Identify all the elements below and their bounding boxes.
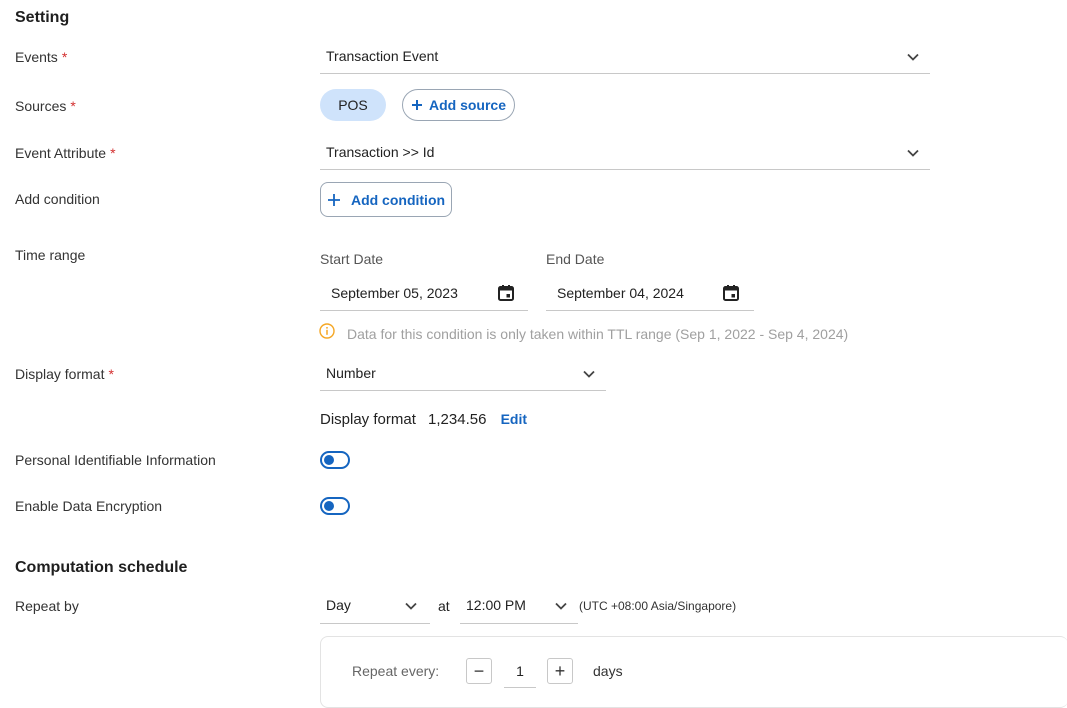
ttl-info-text: Data for this condition is only taken wi… (347, 326, 849, 342)
plus-icon (411, 100, 422, 110)
add-source-label: Add source (428, 97, 506, 113)
start-date-value: September 05, 2023 (331, 285, 458, 301)
chevron-down-icon (907, 149, 919, 157)
source-chip-pos[interactable]: POS (320, 89, 386, 121)
required-mark: * (70, 98, 76, 114)
section-title-setting: Setting (15, 9, 70, 26)
timezone-text: (UTC +08:00 Asia/Singapore) (579, 599, 737, 613)
add-condition-button-label: Add condition (350, 191, 446, 208)
encryption-toggle[interactable] (320, 497, 350, 515)
add-condition-label: Add condition (15, 191, 100, 207)
time-value: 12:00 PM (466, 597, 526, 613)
repeat-by-select[interactable]: Day (320, 597, 430, 624)
chevron-down-icon (907, 53, 919, 61)
source-chip-label: POS (338, 97, 368, 113)
repeat-by-value: Day (326, 597, 351, 613)
toggle-knob (324, 501, 334, 511)
encryption-label: Enable Data Encryption (15, 498, 163, 514)
repeat-every-input[interactable]: 1 (504, 658, 536, 688)
display-format-select[interactable]: Number (320, 365, 606, 391)
events-select-value: Transaction Event (326, 48, 439, 64)
chevron-down-icon (555, 602, 567, 610)
info-icon (319, 323, 335, 339)
increment-button[interactable]: + (547, 658, 573, 684)
pii-label: Personal Identifiable Information (15, 452, 216, 468)
display-format-preview-value: 1,234.56 (428, 411, 487, 428)
display-format-label-text: Display format (15, 366, 105, 382)
time-select[interactable]: 12:00 PM (460, 597, 578, 624)
end-date-field[interactable]: September 04, 2024 (546, 280, 754, 311)
events-label: Events * (15, 49, 67, 65)
display-format-preview-label: Display format (320, 411, 416, 428)
events-select[interactable]: Transaction Event (320, 48, 930, 74)
pii-toggle[interactable] (320, 451, 350, 469)
start-date-label: Start Date (320, 251, 384, 267)
repeat-every-label: Repeat every: (352, 663, 440, 679)
display-format-preview: Display format 1,234.56 Edit (320, 411, 527, 428)
chevron-down-icon (583, 370, 595, 378)
sources-label-text: Sources (15, 98, 67, 114)
repeat-every-unit: days (593, 663, 623, 679)
at-label: at (438, 598, 450, 614)
sources-label: Sources * (15, 98, 76, 114)
calendar-icon[interactable] (497, 284, 515, 302)
plus-icon (327, 193, 340, 206)
section-title-computation-schedule: Computation schedule (15, 559, 188, 576)
start-date-field[interactable]: September 05, 2023 (320, 280, 528, 311)
event-attribute-select[interactable]: Transaction >> Id (320, 144, 930, 170)
required-mark: * (110, 145, 116, 161)
add-source-button[interactable]: Add source (402, 89, 515, 121)
event-attribute-label: Event Attribute * (15, 145, 116, 161)
display-format-label: Display format * (15, 366, 114, 382)
required-mark: * (61, 49, 68, 65)
toggle-knob (324, 455, 334, 465)
repeat-by-label: Repeat by (15, 598, 79, 614)
events-label-text: Events (15, 49, 58, 65)
chevron-down-icon (405, 602, 417, 610)
required-mark: * (108, 366, 114, 382)
display-format-value: Number (326, 365, 376, 381)
event-attribute-value: Transaction >> Id (326, 144, 435, 160)
edit-display-format-link[interactable]: Edit (501, 411, 527, 427)
add-condition-button[interactable]: Add condition (320, 182, 452, 217)
calendar-icon[interactable] (722, 284, 740, 302)
end-date-value: September 04, 2024 (557, 285, 684, 301)
decrement-button[interactable]: − (466, 658, 492, 684)
end-date-label: End Date (546, 251, 605, 267)
event-attribute-label-text: Event Attribute (15, 145, 107, 161)
time-range-label: Time range (15, 247, 86, 263)
